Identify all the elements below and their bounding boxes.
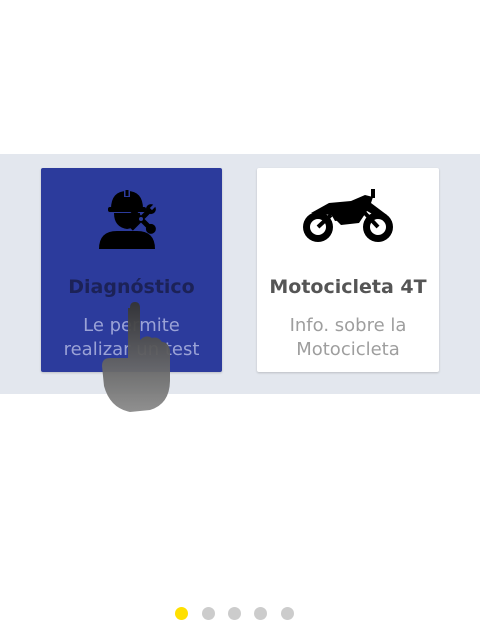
page-indicator — [0, 607, 480, 621]
mechanic-worker-icon — [41, 184, 222, 250]
page-dot[interactable] — [281, 607, 294, 620]
card-title: Diagnóstico — [68, 276, 195, 298]
card-description-line: Motocicleta — [296, 339, 400, 360]
card-description-line: Info. sobre la — [289, 315, 407, 336]
card-motocicleta-4t[interactable]: Motocicleta 4T Info. sobre la Motociclet… — [257, 168, 439, 372]
motorcycle-icon — [257, 184, 439, 250]
page-dot[interactable] — [254, 607, 267, 620]
card-title: Motocicleta 4T — [269, 276, 427, 298]
page-dot[interactable] — [202, 607, 215, 620]
page-dot[interactable] — [228, 607, 241, 620]
hand-pointer-icon — [100, 300, 172, 415]
page-dot-active[interactable] — [175, 607, 188, 620]
card-description: Info. sobre la Motocicleta — [263, 314, 433, 362]
